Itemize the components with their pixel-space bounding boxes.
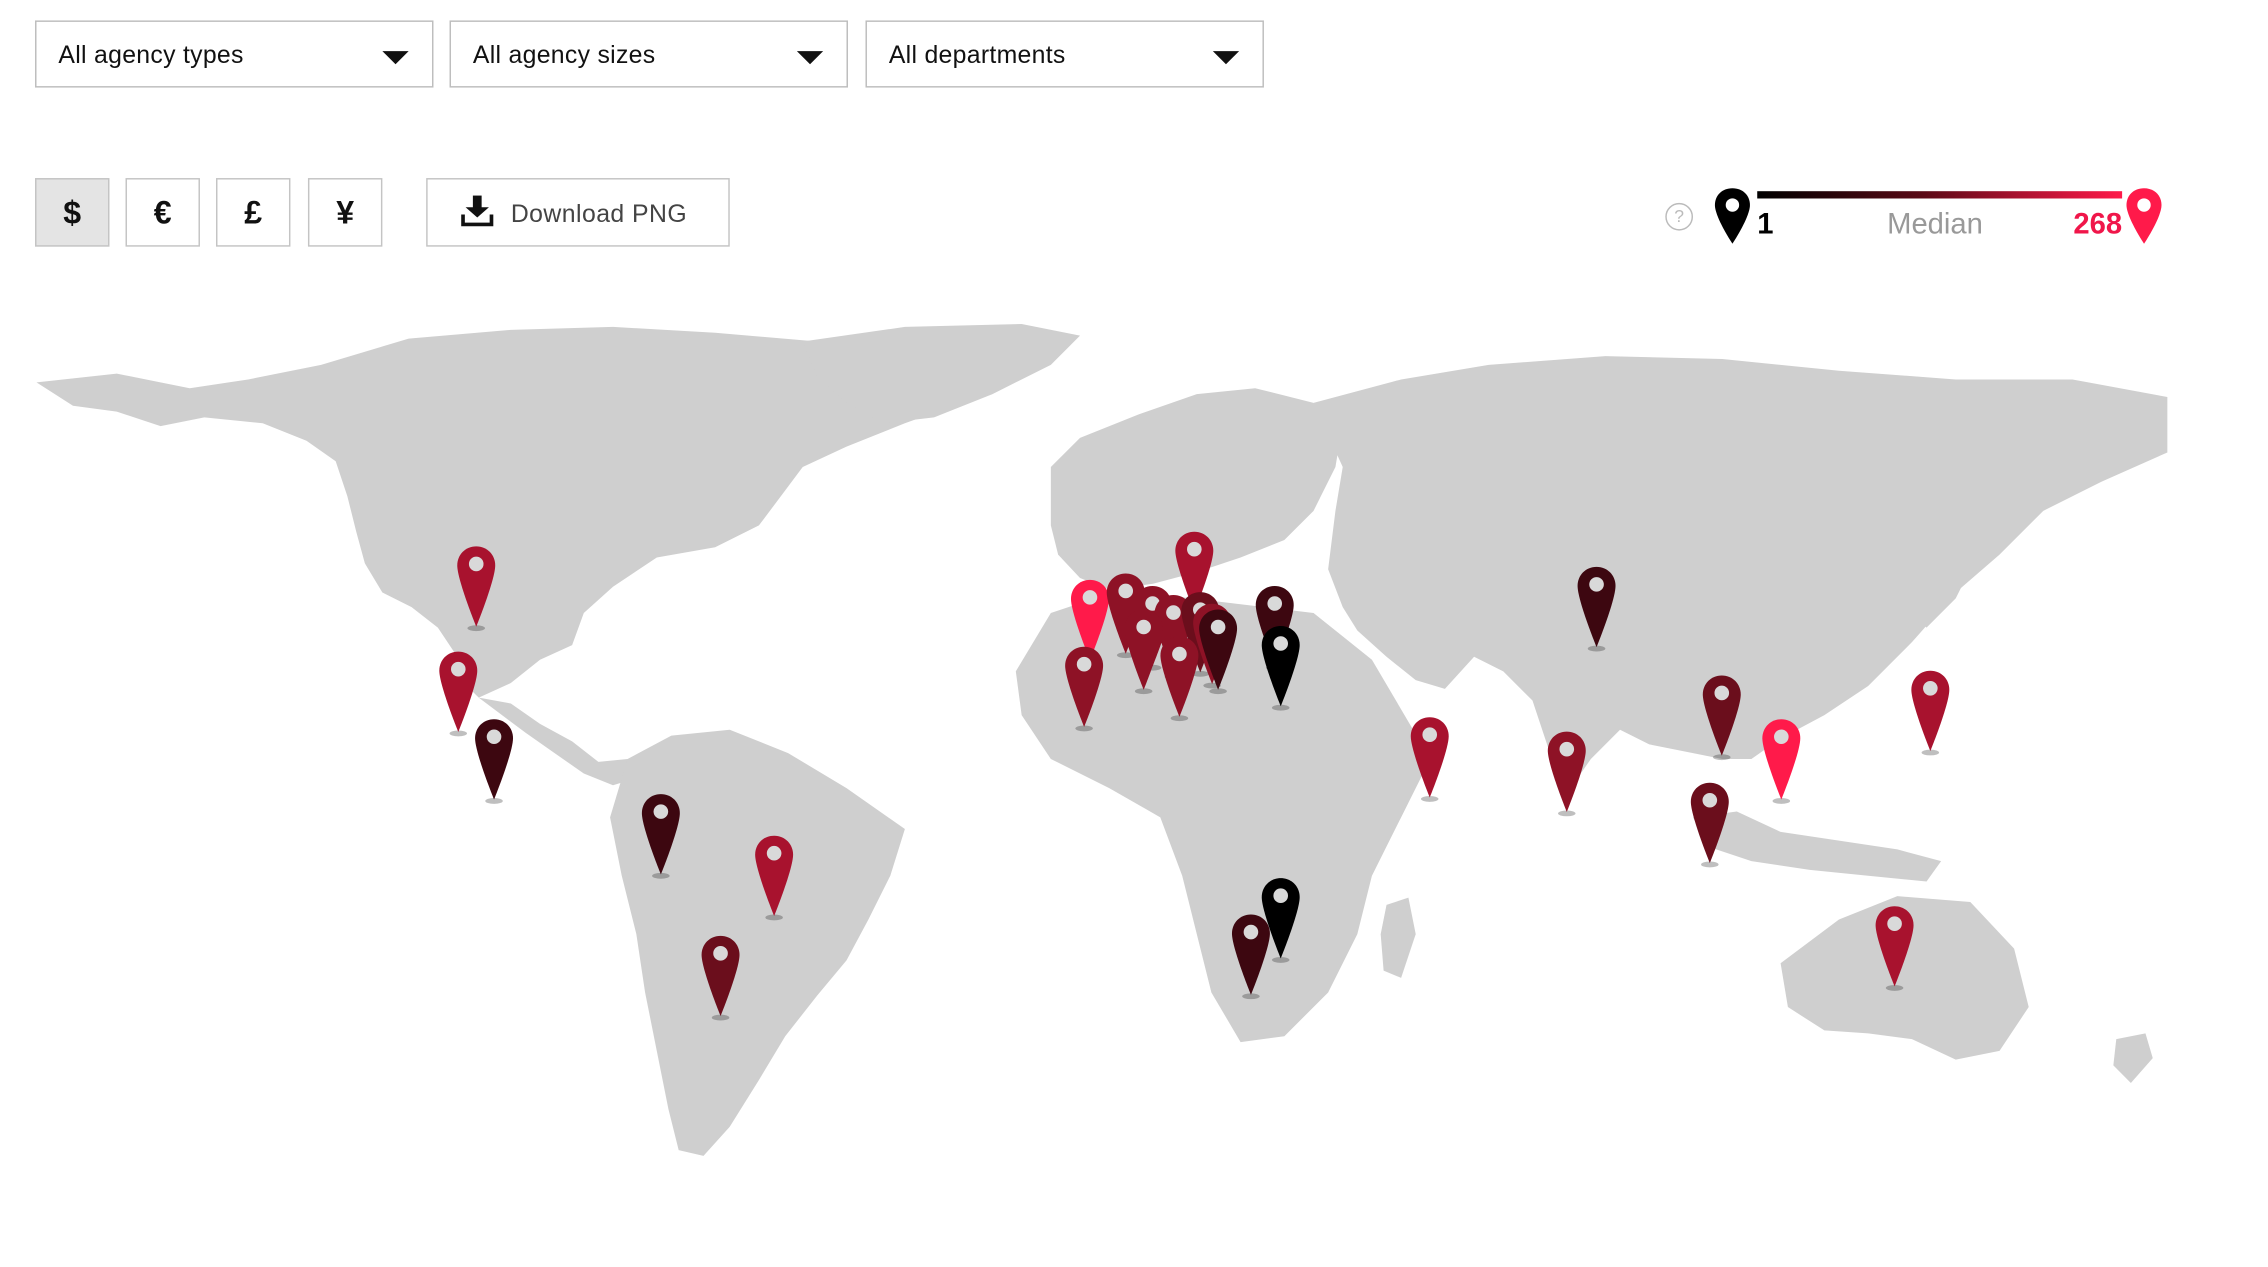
south-america-landmass bbox=[610, 729, 905, 1156]
currency-gbp-button[interactable]: £ bbox=[216, 178, 291, 247]
map-marker-2[interactable] bbox=[475, 719, 514, 804]
page: All agency types All agency sizes All de… bbox=[0, 0, 2268, 1267]
map-marker-1[interactable] bbox=[439, 651, 478, 737]
landmasses bbox=[36, 324, 2168, 1156]
legend-median-label: Median bbox=[1887, 208, 1983, 241]
map-marker-icon bbox=[2125, 187, 2163, 253]
new-zealand-landmass bbox=[2113, 1033, 2153, 1083]
legend-min-value: 1 bbox=[1757, 208, 1774, 241]
agency-size-dropdown[interactable]: All agency sizes bbox=[449, 20, 848, 88]
map-marker-icon bbox=[1713, 187, 1751, 253]
caret-down-icon bbox=[382, 51, 409, 65]
department-dropdown[interactable]: All departments bbox=[865, 20, 1264, 88]
caret-down-icon bbox=[796, 51, 824, 65]
help-icon[interactable]: ? bbox=[1665, 202, 1694, 231]
map-marker-22[interactable] bbox=[1762, 719, 1801, 804]
download-label: Download PNG bbox=[510, 199, 688, 228]
madagascar-landmass bbox=[1380, 897, 1416, 978]
currency-jpy-button[interactable]: ¥ bbox=[307, 178, 383, 247]
southeast-asia-islands-landmass bbox=[1693, 811, 1942, 882]
agency-size-label: All agency sizes bbox=[472, 40, 656, 69]
caret-down-icon bbox=[1212, 51, 1240, 65]
map-marker-21[interactable] bbox=[1911, 670, 1950, 756]
map-marker-23[interactable] bbox=[1690, 782, 1729, 868]
color-scale-bar bbox=[1757, 191, 2123, 199]
map-marker-25[interactable] bbox=[1547, 731, 1586, 817]
agency-type-dropdown[interactable]: All agency types bbox=[35, 20, 434, 88]
map-marker-24[interactable] bbox=[1410, 717, 1449, 802]
agency-type-label: All agency types bbox=[58, 40, 244, 69]
currency-usd-button[interactable]: $ bbox=[35, 178, 110, 247]
department-label: All departments bbox=[888, 40, 1066, 69]
download-png-button[interactable]: Download PNG bbox=[426, 178, 730, 247]
legend-max-value: 268 bbox=[2073, 208, 2123, 241]
download-icon bbox=[460, 194, 495, 233]
currency-eur-button[interactable]: € bbox=[125, 178, 200, 247]
world-map[interactable] bbox=[29, 321, 2174, 1168]
